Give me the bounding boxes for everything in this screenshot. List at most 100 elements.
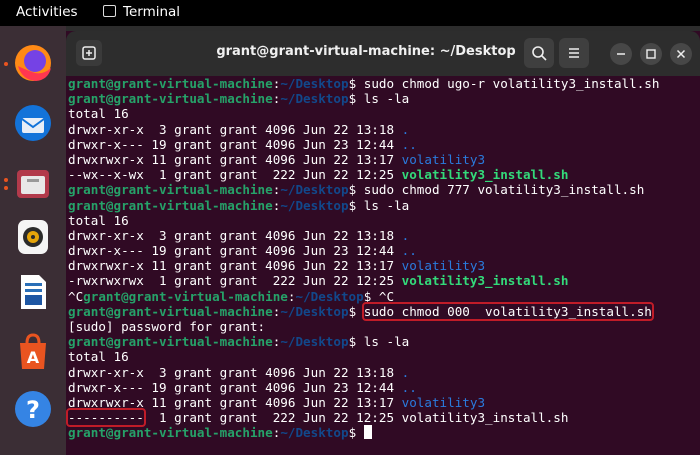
ls-metadata: drwxrwxr-x 11 grant grant 4096 Jun 22 13… xyxy=(68,258,402,274)
new-tab-button[interactable] xyxy=(76,40,102,66)
prompt-symbol: $ xyxy=(348,91,364,107)
minimize-icon xyxy=(617,53,625,55)
search-icon xyxy=(532,46,547,61)
app-center-icon[interactable]: A xyxy=(12,331,54,373)
command-text: ls -la xyxy=(363,334,410,350)
ls-entry: drwxr-x--- 19 grant grant 4096 Jun 23 12… xyxy=(66,137,700,152)
ls-metadata: drwxr-x--- 19 grant grant 4096 Jun 23 12… xyxy=(68,136,402,152)
ls-metadata: drwxrwxr-x 11 grant grant 4096 Jun 22 13… xyxy=(68,151,402,167)
command-line: grant@grant-virtual-machine:~/Desktop$ l… xyxy=(66,91,700,106)
file-name: . xyxy=(401,227,410,243)
file-name: volatility3 xyxy=(401,394,486,410)
ls-entry: drwxr-x--- 19 grant grant 4096 Jun 23 12… xyxy=(66,380,700,395)
running-indicator xyxy=(4,186,8,190)
search-button[interactable] xyxy=(524,38,554,68)
terminal-output[interactable]: grant@grant-virtual-machine:~/Desktop$ s… xyxy=(66,76,700,441)
ls-metadata: drwxr-xr-x 3 grant grant 4096 Jun 22 13:… xyxy=(68,227,402,243)
ls-entry: -rwxrwxrwx 1 grant grant 222 Jun 22 12:2… xyxy=(66,273,700,288)
app-menu-label: Terminal xyxy=(123,4,181,20)
dock: A ? xyxy=(0,26,66,455)
command-line: grant@grant-virtual-machine:~/Desktop$ s… xyxy=(66,76,700,91)
firefox-icon[interactable] xyxy=(12,42,54,84)
output-text: [sudo] password for grant: xyxy=(68,319,266,334)
ls-entry: drwxrwxr-x 11 grant grant 4096 Jun 22 13… xyxy=(66,152,700,167)
prompt-path: ~/Desktop xyxy=(280,197,349,213)
ls-entry: drwxr-xr-x 3 grant grant 4096 Jun 22 13:… xyxy=(66,122,700,137)
prompt-path: ~/Desktop xyxy=(280,91,349,107)
command-text: sudo chmod 000 volatility3_install.sh xyxy=(361,301,654,321)
file-name: .. xyxy=(401,243,417,259)
prompt-symbol: $ xyxy=(348,334,364,350)
output-line: total 16 xyxy=(66,349,700,364)
terminal-window[interactable]: grant@grant-virtual-machine: ~/Desktop g… xyxy=(66,31,700,455)
command-text: ls -la xyxy=(363,197,410,213)
help-icon[interactable]: ? xyxy=(12,388,54,430)
ls-metadata: 1 grant grant 222 Jun 22 12:25 xyxy=(143,410,402,426)
running-indicator xyxy=(4,178,8,182)
file-name: volatility3_install.sh xyxy=(401,410,569,426)
title-bar[interactable]: grant@grant-virtual-machine: ~/Desktop xyxy=(66,31,700,76)
ls-metadata: drwxrwxr-x 11 grant grant 4096 Jun 22 13… xyxy=(68,394,402,410)
rhythmbox-icon[interactable] xyxy=(12,216,54,258)
prompt-user: grant@grant-virtual-machine xyxy=(83,288,288,304)
file-name: . xyxy=(401,364,410,380)
text-cursor xyxy=(363,425,372,440)
prompt-symbol: $ xyxy=(363,288,379,304)
activities-button[interactable]: Activities xyxy=(16,4,78,20)
files-icon[interactable] xyxy=(12,162,54,204)
prompt-symbol: $ xyxy=(348,425,364,441)
prompt-user: grant@grant-virtual-machine xyxy=(68,334,273,350)
prompt-user: grant@grant-virtual-machine xyxy=(68,425,273,441)
prompt-symbol: $ xyxy=(348,76,364,91)
ls-metadata: drwxr-x--- 19 grant grant 4096 Jun 23 12… xyxy=(68,243,402,259)
file-name: volatility3 xyxy=(401,151,486,167)
output-line: [sudo] password for grant: xyxy=(66,319,700,334)
prompt-user: grant@grant-virtual-machine xyxy=(68,182,273,198)
maximize-button[interactable] xyxy=(640,43,662,65)
prompt-symbol: $ xyxy=(348,303,364,319)
ls-entry: drwxr-xr-x 3 grant grant 4096 Jun 22 13:… xyxy=(66,228,700,243)
prompt-user: grant@grant-virtual-machine xyxy=(68,197,273,213)
close-button[interactable] xyxy=(670,43,692,65)
hamburger-icon xyxy=(569,48,579,58)
prompt-symbol: $ xyxy=(348,197,364,213)
thunderbird-icon[interactable] xyxy=(12,102,54,144)
file-name: volatility3 xyxy=(401,258,486,274)
prompt-user: grant@grant-virtual-machine xyxy=(68,303,273,319)
maximize-icon xyxy=(646,49,656,59)
ls-metadata: --wx--x-wx 1 grant grant 222 Jun 22 12:2… xyxy=(68,167,402,183)
command-line: grant@grant-virtual-machine:~/Desktop$ l… xyxy=(66,198,700,213)
command-text: sudo chmod 777 volatility3_install.sh xyxy=(363,182,645,198)
prompt-user: grant@grant-virtual-machine xyxy=(68,76,273,91)
output-text: total 16 xyxy=(68,212,129,228)
svg-text:A: A xyxy=(27,348,40,367)
ls-entry: drwxr-xr-x 3 grant grant 4096 Jun 22 13:… xyxy=(66,365,700,380)
file-name: volatility3_install.sh xyxy=(401,273,569,289)
ls-entry: drwxrwxr-x 11 grant grant 4096 Jun 22 13… xyxy=(66,395,700,410)
prompt-path: ~/Desktop xyxy=(295,288,364,304)
prompt-path: ~/Desktop xyxy=(280,182,349,198)
command-text: ls -la xyxy=(363,91,410,107)
minimize-button[interactable] xyxy=(610,43,632,65)
ls-metadata: -rwxrwxrwx 1 grant grant 222 Jun 22 12:2… xyxy=(68,273,402,289)
svg-text:?: ? xyxy=(26,396,40,424)
file-name: .. xyxy=(401,136,417,152)
new-tab-icon xyxy=(82,46,96,60)
window-title: grant@grant-virtual-machine: ~/Desktop xyxy=(216,44,516,59)
ls-entry: ---------- 1 grant grant 222 Jun 22 12:2… xyxy=(66,408,700,428)
command-text: ^C xyxy=(378,288,395,304)
command-line: grant@grant-virtual-machine:~/Desktop$ s… xyxy=(66,301,700,321)
prompt-path: ~/Desktop xyxy=(280,303,349,319)
output-text: total 16 xyxy=(68,106,129,122)
command-line: grant@grant-virtual-machine:~/Desktop$ l… xyxy=(66,334,700,349)
file-name: .. xyxy=(401,379,417,395)
close-icon xyxy=(676,49,686,59)
permission-string: ---------- xyxy=(66,408,146,428)
command-text: sudo chmod ugo-r volatility3_install.sh xyxy=(363,76,660,91)
libreoffice-writer-icon[interactable] xyxy=(12,271,54,313)
running-indicator xyxy=(4,62,8,66)
file-name: volatility3_install.sh xyxy=(401,167,569,183)
prompt-path: ~/Desktop xyxy=(280,425,349,441)
ls-entry: drwxrwxr-x 11 grant grant 4096 Jun 22 13… xyxy=(66,258,700,273)
menu-button[interactable] xyxy=(559,38,589,68)
